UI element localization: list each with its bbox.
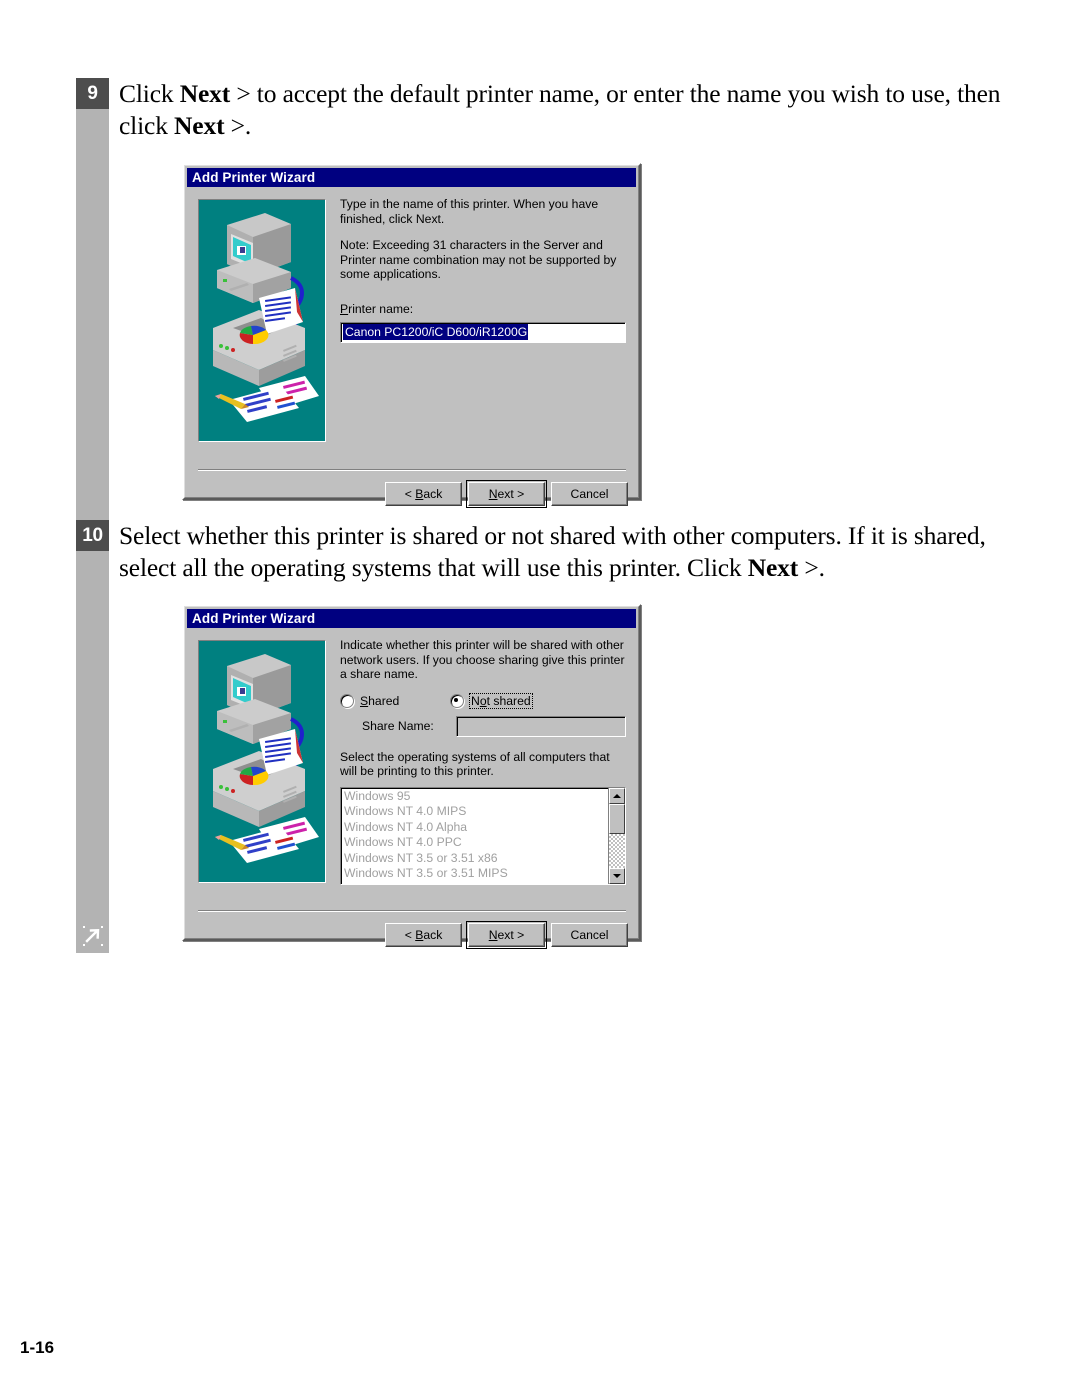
dialog-2-paragraph-1: Indicate whether this printer will be sh… — [340, 638, 625, 681]
back-button[interactable]: < Back — [385, 923, 462, 947]
computer-printer-documents-illustration-1 — [199, 200, 325, 441]
dialog-1-titlebar: Add Printer Wizard — [187, 168, 636, 187]
dialog-1-illustration — [198, 199, 326, 442]
arrow-up-right-icon — [76, 918, 109, 953]
radio-shared[interactable]: Shared — [340, 693, 450, 708]
step-rail — [76, 78, 109, 953]
list-item[interactable]: Windows NT 3.5 or 3.51 x86 — [344, 851, 608, 867]
dialog-2-content: Indicate whether this printer will be sh… — [340, 638, 626, 885]
dialog-1-button-row: < Back Next > Cancel — [385, 480, 628, 508]
share-name-input[interactable] — [456, 715, 626, 737]
step-10-text-run-2: >. — [798, 553, 825, 582]
scroll-down-arrow-icon[interactable] — [609, 867, 625, 884]
dialog-2-inner-frame: Add Printer Wizard Indicate whether this… — [184, 606, 639, 949]
list-item[interactable]: Windows 95 — [344, 789, 608, 805]
list-item[interactable]: Windows NT 4.0 PPC — [344, 835, 608, 851]
step-9-text-run-4: >. — [224, 111, 252, 140]
dialog-2-titlebar: Add Printer Wizard — [187, 609, 636, 628]
step-9-number: 9 — [76, 78, 109, 109]
step-9-text-run-3: Next — [174, 111, 225, 140]
step-9-text-run-0: Click — [119, 79, 180, 108]
add-printer-wizard-dialog-1[interactable]: Add Printer Wizard Type in the name of t… — [182, 163, 641, 508]
dialog-1-paragraph-1: Type in the name of this printer. When y… — [340, 197, 599, 226]
os-listbox[interactable]: Windows 95 Windows NT 4.0 MIPS Windows N… — [340, 786, 626, 885]
radio-not-shared-mark — [450, 693, 464, 708]
sharing-radio-group: Shared Not shared — [340, 692, 626, 709]
add-printer-wizard-dialog-2[interactable]: Add Printer Wizard Indicate whether this… — [182, 604, 641, 949]
dialog-1-body: Type in the name of this printer. When y… — [187, 187, 636, 508]
dialog-1-inner-frame: Add Printer Wizard Type in the name of t… — [184, 165, 639, 508]
arrow-up-right-glyph — [82, 925, 103, 946]
dialog-1-separator — [198, 469, 626, 471]
radio-not-shared[interactable]: Not shared — [450, 692, 533, 709]
share-name-row: Share Name: — [340, 715, 626, 737]
dialog-2-separator — [198, 910, 626, 912]
printer-name-value: Canon PC1200/iC D600/iR1200G — [343, 324, 529, 340]
os-list-scrollbar[interactable] — [608, 787, 625, 884]
step-9-text-run-1: Next — [179, 79, 231, 108]
scrollbar-track[interactable] — [609, 803, 625, 868]
step-10: 10 Select whether this printer is shared… — [76, 520, 1016, 584]
scroll-up-arrow-icon[interactable] — [609, 787, 625, 804]
next-button[interactable]: Next > — [466, 921, 547, 949]
dialog-2-illustration — [198, 640, 326, 883]
radio-shared-label: Shared — [360, 693, 400, 708]
list-item[interactable]: Windows NT 3.5 or 3.51 MIPS — [344, 866, 608, 882]
step-9-text-run-2: > to accept the default printer name, or… — [119, 79, 1001, 140]
dialog-2-button-row: < Back Next > Cancel — [385, 921, 628, 949]
dialog-1-content: Type in the name of this printer. When y… — [340, 197, 626, 343]
os-list: Windows 95 Windows NT 4.0 MIPS Windows N… — [341, 788, 608, 884]
printer-name-label-rest: rinter name: — [348, 301, 414, 316]
dialog-2-body: Indicate whether this printer will be sh… — [187, 628, 636, 949]
step-10-text-run-0: Select whether this printer is shared or… — [119, 521, 986, 582]
dialog-2-paragraph-2: Select the operating systems of all comp… — [340, 749, 610, 779]
step-10-number: 10 — [76, 520, 109, 551]
printer-name-input[interactable]: Canon PC1200/iC D600/iR1200G — [340, 321, 626, 343]
cancel-button[interactable]: Cancel — [551, 923, 628, 947]
back-button[interactable]: < Back — [385, 482, 462, 506]
step-10-text-run-1: Next — [747, 553, 799, 582]
document-page: 9 Click Next > to accept the default pri… — [0, 0, 1080, 1388]
share-name-label: Share Name: — [362, 719, 434, 733]
dialog-1-paragraph-2: Note: Exceeding 31 characters in the Ser… — [340, 238, 617, 281]
step-10-text: Select whether this printer is shared or… — [119, 520, 1016, 584]
computer-printer-documents-illustration-2 — [199, 641, 325, 882]
step-9: 9 Click Next > to accept the default pri… — [76, 78, 1016, 142]
list-item[interactable]: Windows NT 4.0 MIPS — [344, 804, 608, 820]
scrollbar-thumb[interactable] — [609, 803, 625, 834]
cancel-button[interactable]: Cancel — [551, 482, 628, 506]
step-9-text: Click Next > to accept the default print… — [119, 78, 1016, 142]
radio-shared-mark — [340, 693, 354, 708]
page-number: 1-16 — [20, 1338, 55, 1357]
printer-name-label: Printer name: — [340, 301, 414, 316]
next-button[interactable]: Next > — [466, 480, 547, 508]
list-item[interactable]: Windows NT 4.0 Alpha — [344, 820, 608, 836]
radio-not-shared-label: Not shared — [469, 692, 533, 709]
